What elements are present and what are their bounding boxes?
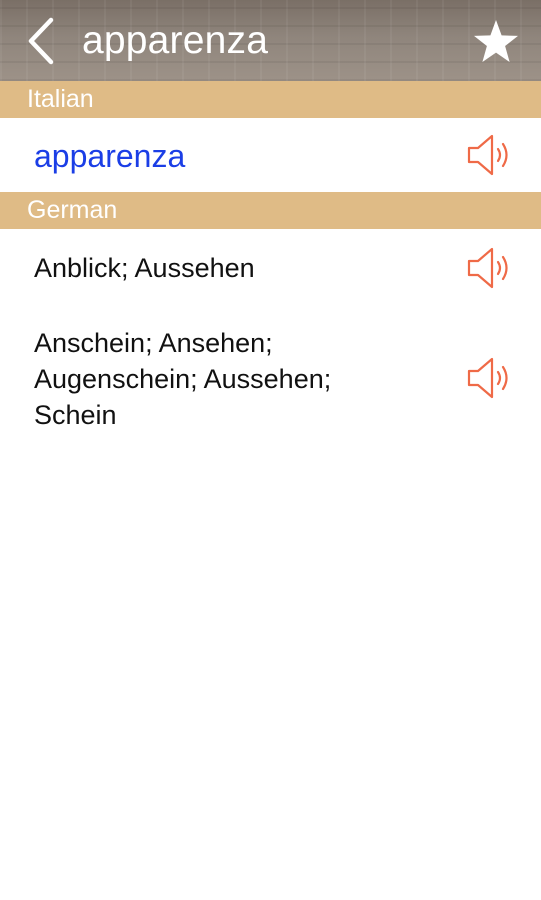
list-item: Anblick; Aussehen <box>0 229 541 307</box>
speaker-icon <box>467 247 508 289</box>
page-title: apparenza <box>82 19 269 62</box>
section-header-german: German <box>0 192 541 229</box>
star-icon <box>474 20 518 62</box>
play-audio-button[interactable] <box>466 356 514 400</box>
play-audio-button[interactable] <box>466 246 514 290</box>
speaker-icon <box>467 357 508 399</box>
app-screen: apparenza Italian apparenza German Anbli… <box>0 0 541 900</box>
chevron-left-icon <box>28 17 54 65</box>
favorite-button[interactable] <box>471 16 521 66</box>
navigation-bar: apparenza <box>0 0 541 81</box>
play-audio-button[interactable] <box>466 133 514 177</box>
italian-word: apparenza <box>34 138 186 174</box>
speaker-icon <box>467 134 508 176</box>
translation-text: Anblick; Aussehen <box>34 253 255 283</box>
list-item: apparenza <box>0 118 541 192</box>
list-item: Anschein; Ansehen; Augenschein; Aussehen… <box>0 307 541 447</box>
section-header-italian: Italian <box>0 81 541 118</box>
translation-text: Anschein; Ansehen; Augenschein; Aussehen… <box>34 328 332 430</box>
back-button[interactable] <box>18 16 64 66</box>
